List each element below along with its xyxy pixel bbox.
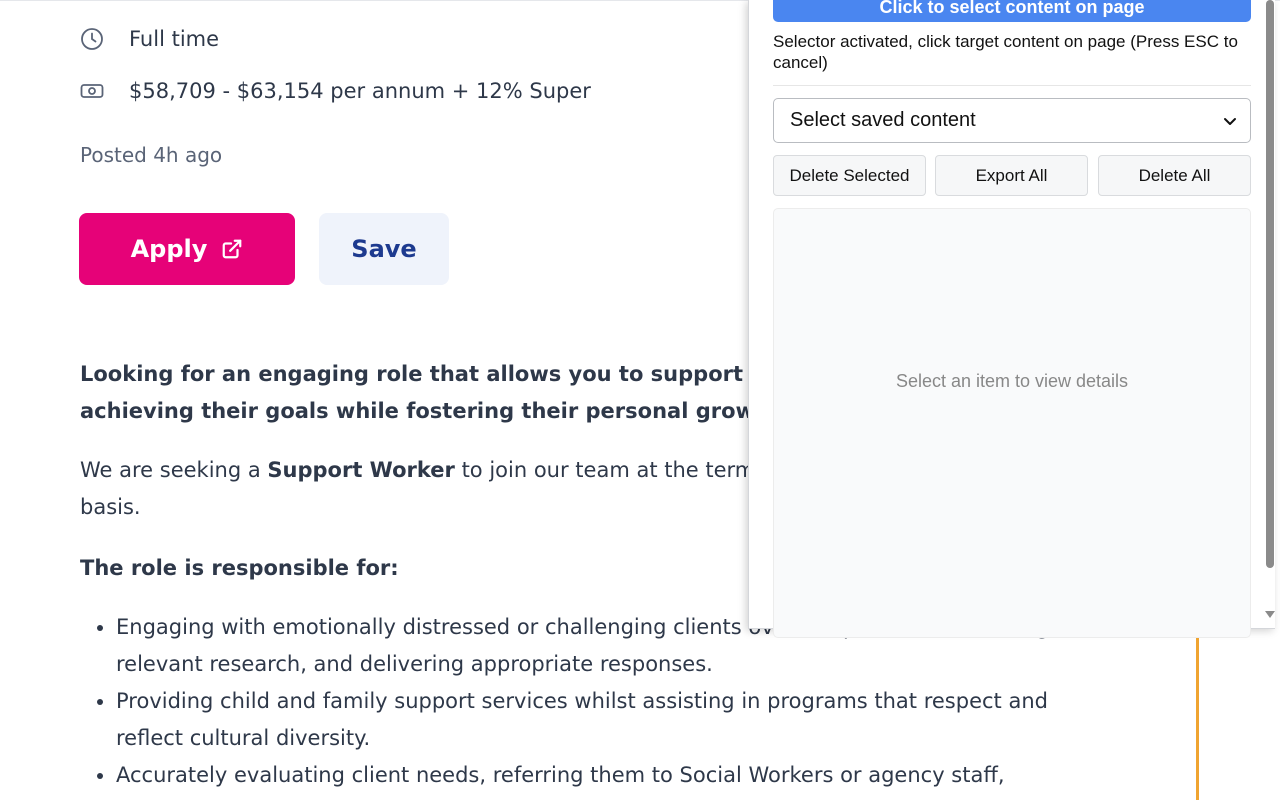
work-type-row: Full time [80,27,219,51]
empty-detail-message: Select an item to view details [895,371,1129,391]
saved-content-select-value: Select saved content [790,109,976,131]
seeking-role: Support Worker [267,458,455,482]
divider [773,85,1251,86]
panel-scrollbar[interactable] [1266,0,1274,568]
select-content-button[interactable]: Click to select content on page [773,0,1251,22]
external-link-icon [221,238,243,260]
detail-view: Select an item to view details [773,208,1251,638]
salary-row: $58,709 - $63,154 per annum + 12% Super [80,79,591,103]
save-button[interactable]: Save [319,213,449,285]
scroll-down-arrow-icon[interactable] [1265,611,1275,618]
seeking-paragraph: We are seeking a Support Worker to join … [80,452,780,526]
delete-all-button[interactable]: Delete All [1098,155,1251,196]
apply-button-label: Apply [130,235,208,263]
seeking-prefix: We are seeking a [80,458,268,482]
list-item: Accurately evaluating client needs, refe… [116,757,1120,794]
posted-time: Posted 4h ago [80,143,223,167]
money-icon [80,79,104,103]
work-type-text: Full time [129,27,220,51]
delete-selected-button[interactable]: Delete Selected [773,155,926,196]
selector-status: Selector activated, click target content… [773,32,1238,72]
accent-line [1196,628,1199,800]
intro-text: Looking for an engaging role that allows… [80,362,755,423]
apply-button[interactable]: Apply [79,213,295,285]
content-selector-panel: Click to select content on page Selector… [748,0,1275,638]
salary-text: $58,709 - $63,154 per annum + 12% Super [129,79,591,103]
saved-content-select[interactable]: Select saved content [773,98,1251,143]
export-all-button[interactable]: Export All [935,155,1088,196]
clock-icon [80,27,104,51]
chevron-down-icon [1222,113,1238,129]
list-item: Providing child and family support servi… [116,683,1120,757]
